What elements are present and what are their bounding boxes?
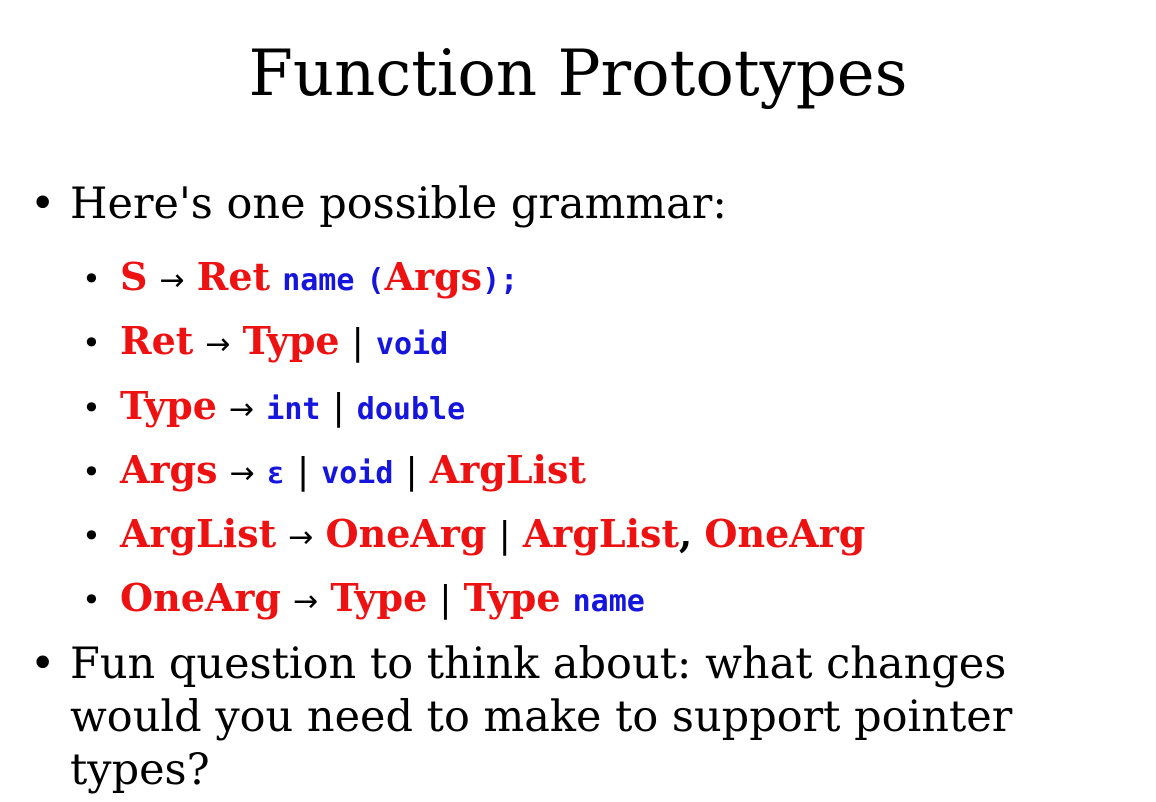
sub-bullet-dot: •	[82, 453, 101, 491]
rhs-symbol: void	[321, 456, 394, 491]
rhs-comma: ,	[679, 511, 693, 556]
rhs-separator: |	[405, 451, 418, 492]
bullet-dot: •	[30, 179, 56, 229]
rhs-separator: |	[332, 387, 345, 428]
bullet-text: Here's one possible grammar:	[70, 179, 727, 229]
rule-arrow: →	[229, 392, 255, 427]
rhs-symbol: name	[282, 263, 355, 298]
rhs-symbol: name	[572, 584, 645, 619]
slide: Function Prototypes • Here's one possibl…	[0, 0, 1156, 802]
bullet-dot: •	[30, 639, 56, 689]
slide-title: Function Prototypes	[248, 37, 908, 111]
rhs-symbol: ε	[266, 456, 285, 491]
bullet-text: Fun question to think about: what change…	[70, 639, 1013, 795]
rhs-symbol: OneArg	[325, 511, 487, 556]
sub-bullet-dot: •	[82, 260, 101, 298]
rhs-symbol: Args	[384, 254, 483, 299]
rhs-symbol: void	[375, 327, 449, 362]
rhs-symbol: int	[266, 392, 321, 427]
rule-lhs: Args	[120, 447, 218, 492]
rhs-symbol: Type	[330, 575, 428, 620]
sub-bullet-dot: •	[82, 389, 101, 427]
rhs-separator: |	[439, 579, 452, 620]
rhs-symbol: ArgList	[522, 511, 680, 556]
rule-arrow: →	[229, 456, 255, 491]
rhs-symbol: Type	[242, 318, 340, 363]
rhs-separator: |	[498, 515, 511, 556]
rule-arrow: →	[205, 327, 231, 362]
rhs-symbol: ArgList	[429, 447, 586, 492]
rhs-separator: |	[296, 451, 310, 492]
rhs-symbol: double	[356, 392, 466, 427]
rhs-symbol: Ret	[196, 254, 271, 299]
rule-lhs: ArgList	[120, 511, 277, 556]
rule-lhs: Ret	[120, 318, 194, 363]
rule-lhs: OneArg	[120, 575, 281, 620]
rule-arrow: →	[293, 584, 319, 619]
sub-bullet-dot: •	[82, 517, 101, 555]
rule-lhs: Type	[120, 383, 217, 428]
rule-lhs: S	[120, 254, 148, 299]
rhs-symbol: Type	[463, 575, 561, 620]
rhs-symbol: (	[366, 263, 385, 298]
rule-arrow: →	[159, 263, 185, 298]
sub-bullet-dot: •	[82, 324, 101, 362]
rule-arrow: →	[288, 520, 314, 555]
rhs-separator: |	[351, 322, 364, 363]
rhs-symbol: OneArg	[704, 511, 866, 556]
rhs-symbol: );	[482, 263, 519, 298]
sub-bullet-dot: •	[82, 581, 101, 619]
